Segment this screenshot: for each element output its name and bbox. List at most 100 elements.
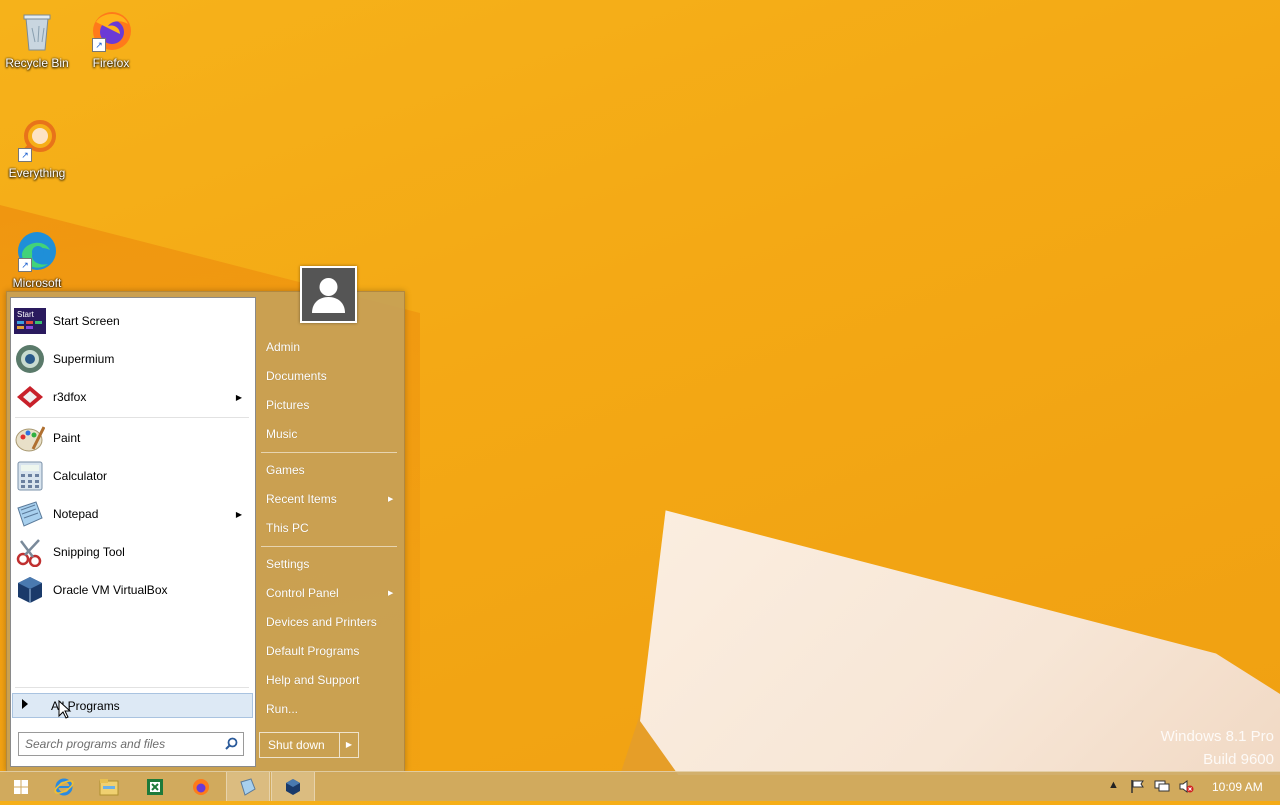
menu-item-calculator[interactable]: Calculator [14,459,250,493]
firefox-icon: ↗ [88,8,134,54]
menu-link-label: Default Programs [266,644,360,658]
menu-link-control-panel[interactable]: Control Panel ▶ [266,586,393,600]
submenu-arrow-icon: ▶ [388,590,394,597]
taskbar-notepad[interactable] [226,772,270,801]
taskbar-excel[interactable] [134,772,176,801]
taskbar-clock[interactable]: 10:09 AM [1212,780,1263,794]
desktop-icon-everything[interactable]: ↗ Everything [0,118,74,180]
watermark-build: Build 9600 [1203,751,1274,768]
start-menu-programs-pane: Start Start Screen Supermium r3dfox ▶ Pa… [10,297,256,767]
supermium-icon [14,343,46,375]
menu-link-label: Run... [266,702,299,716]
search-icon[interactable] [225,737,238,753]
menu-link-default-programs[interactable]: Default Programs [266,644,359,658]
menu-item-label: Oracle VM VirtualBox [53,583,168,597]
start-button[interactable] [0,772,42,801]
menu-link-devices-and-printers[interactable]: Devices and Printers [266,615,377,629]
excel-icon [147,778,163,795]
menu-item-r3dfox[interactable]: r3dfox ▶ [14,380,250,414]
firefox-icon [193,778,209,795]
menu-link-label: Pictures [266,398,310,412]
menu-link-settings[interactable]: Settings [266,557,309,571]
internet-explorer-icon [54,778,74,795]
desktop-icon-recycle-bin[interactable]: Recycle Bin [0,8,74,70]
notepad-icon [240,777,256,796]
menu-link-pictures[interactable]: Pictures [266,398,309,412]
menu-item-label: Paint [53,431,81,445]
all-programs-button[interactable]: All Programs [12,693,253,718]
taskbar-virtualbox[interactable] [271,772,315,801]
taskbar-file-explorer[interactable] [88,772,130,801]
shortcut-arrow-icon: ↗ [92,38,106,52]
menu-item-notepad[interactable]: Notepad ▶ [14,497,250,531]
menu-item-label: Snipping Tool [53,545,125,559]
shutdown-button-group: Shut down ▶ [259,732,359,758]
menu-link-music[interactable]: Music [266,427,297,441]
submenu-arrow-icon: ▶ [235,509,242,519]
menu-link-run[interactable]: Run... [266,702,298,716]
taskbar-internet-explorer[interactable] [43,772,85,801]
desktop-icon-label: Recycle Bin [5,56,69,70]
desktop-icon-label: Firefox [92,56,130,70]
taskbar: ▲ 10:09 AM [0,771,1280,801]
user-avatar[interactable] [300,266,357,323]
action-center-flag-icon[interactable] [1130,779,1145,797]
menu-item-label: Calculator [53,469,108,483]
desktop-icon-edge[interactable]: ↗ Microsoft [0,228,74,288]
windows-watermark: Windows 8.1 Pro Build 9600 [1161,725,1274,771]
start-icon [14,779,28,794]
desktop-icon-label: Everything [8,166,66,180]
menu-item-start-screen[interactable]: Start Start Screen [14,304,250,338]
shutdown-options-arrow-icon[interactable]: ▶ [339,733,358,757]
menu-link-label: Games [266,463,305,477]
menu-link-games[interactable]: Games [266,463,305,477]
virtualbox-icon [286,778,300,795]
menu-separator [15,417,249,418]
volume-muted-icon[interactable] [1178,779,1194,797]
expand-arrow-icon [22,699,28,709]
menu-link-recent-items[interactable]: Recent Items ▶ [266,492,393,506]
menu-link-label: Devices and Printers [266,615,377,629]
menu-link-admin[interactable]: Admin [266,340,300,354]
menu-item-label: r3dfox [53,390,87,404]
menu-separator [15,687,249,688]
shutdown-button[interactable]: Shut down [260,733,339,757]
recycle-bin-icon [14,8,60,54]
file-explorer-icon [99,778,119,795]
menu-item-supermium[interactable]: Supermium [14,342,250,376]
snipping-tool-icon [14,536,46,568]
virtualbox-icon [14,574,46,606]
svg-text:Start: Start [17,310,35,319]
menu-link-this-pc[interactable]: This PC [266,521,309,535]
show-hidden-icons-icon[interactable]: ▲ [1108,779,1119,791]
paint-icon [14,422,46,454]
desktop-icon-firefox[interactable]: ↗ Firefox [74,8,148,70]
menu-link-label: Settings [266,557,310,571]
start-screen-icon: Start [14,305,46,337]
shortcut-arrow-icon: ↗ [18,258,32,272]
menu-link-help-and-support[interactable]: Help and Support [266,673,359,687]
submenu-arrow-icon: ▶ [388,496,394,503]
menu-link-label: Help and Support [266,673,360,687]
shortcut-arrow-icon: ↗ [18,148,32,162]
menu-link-label: This PC [266,521,309,535]
mouse-cursor-icon [58,699,72,723]
desktop-icon-label: Microsoft [12,276,62,288]
watermark-edition: Windows 8.1 Pro [1160,728,1274,745]
menu-link-documents[interactable]: Documents [266,369,327,383]
submenu-arrow-icon: ▶ [235,392,242,402]
menu-item-virtualbox[interactable]: Oracle VM VirtualBox [14,573,250,607]
calculator-icon [14,460,46,492]
taskbar-firefox[interactable] [180,772,222,801]
search-input[interactable]: Search programs and files [18,732,244,756]
r3dfox-icon [14,381,46,413]
menu-link-label: Documents [266,369,327,383]
menu-item-snipping-tool[interactable]: Snipping Tool [14,535,250,569]
menu-link-label: Control Panel [266,586,339,600]
network-icon[interactable] [1154,779,1170,797]
menu-item-label: Notepad [53,507,99,521]
menu-item-paint[interactable]: Paint [14,421,250,455]
user-icon [312,278,345,313]
menu-separator [261,452,397,453]
menu-link-label: Music [266,427,298,441]
